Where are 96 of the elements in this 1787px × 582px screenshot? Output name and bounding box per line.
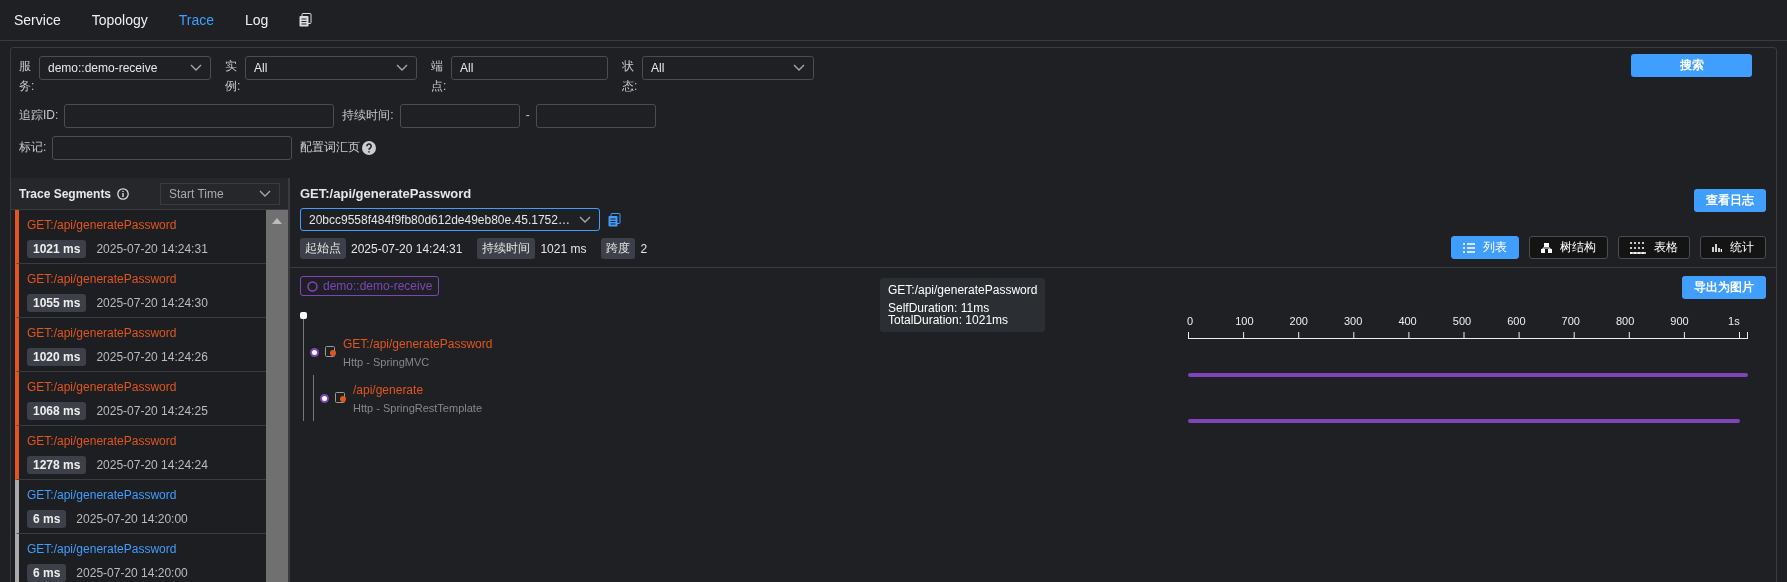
- axis-tick-label: 0: [1185, 315, 1195, 327]
- tooltip-line: TotalDuration: 1021ms: [888, 314, 1010, 326]
- segment-endpoint: GET:/api/generatePassword: [27, 272, 178, 286]
- duration-badge: 1020 ms: [27, 348, 87, 366]
- nav-tab[interactable]: Log: [245, 12, 284, 28]
- select-field[interactable]: demo::demo-receive: [39, 56, 211, 80]
- trace-title: GET:/api/generatePassword: [300, 186, 473, 201]
- segment-endpoint: GET:/api/generatePassword: [27, 380, 178, 394]
- chevron-down-icon: [259, 189, 271, 198]
- filter-label: 服务:: [19, 58, 33, 95]
- vocabulary-link[interactable]: 配置词汇页: [300, 136, 361, 159]
- span-node-dot[interactable]: [320, 393, 329, 403]
- axis-tick-label: 800: [1615, 315, 1636, 327]
- filter-label: 状态:: [622, 58, 636, 95]
- segment-endpoint: GET:/api/generatePassword: [27, 218, 178, 232]
- input-field[interactable]: [64, 104, 335, 128]
- axis-tick-label: 900: [1669, 315, 1690, 327]
- filter-label: 实例:: [225, 58, 239, 95]
- filter-label: 标记:: [19, 139, 47, 156]
- bar-chart-icon: [1712, 243, 1722, 252]
- duration-badge: 1055 ms: [27, 294, 87, 312]
- input-field[interactable]: [535, 104, 656, 128]
- segment-endpoint: GET:/api/generatePassword: [27, 488, 178, 502]
- view-mode-button[interactable]: 表格: [1618, 236, 1690, 259]
- chevron-down-icon: [190, 64, 202, 72]
- list-icon: [1463, 242, 1475, 253]
- circle-icon: [307, 280, 318, 292]
- axis-tick-label: 500: [1451, 315, 1472, 327]
- view-mode-button[interactable]: 树结构: [1529, 236, 1608, 259]
- copy-icon[interactable]: [299, 13, 313, 27]
- axis-tick-label: 1s: [1727, 315, 1741, 327]
- span-component-icon: [325, 346, 337, 358]
- tooltip-title: GET:/api/generatePassword: [888, 284, 1038, 296]
- meta-label: 跨度: [601, 238, 636, 259]
- segment-time: 2025-07-20 14:24:30: [96, 296, 208, 310]
- copy-icon[interactable]: [608, 212, 621, 227]
- input-field[interactable]: [52, 136, 293, 160]
- span-component-icon: [335, 392, 347, 404]
- axis-tick-label: 200: [1288, 315, 1309, 327]
- meta-label: 持续时间: [477, 238, 536, 259]
- meta-value: 1021 ms: [540, 241, 587, 256]
- span-component: Http - SpringRestTemplate: [353, 401, 482, 414]
- segment-time: 2025-07-20 14:20:00: [76, 512, 188, 526]
- span-component: Http - SpringMVC: [343, 355, 431, 368]
- segment-endpoint: GET:/api/generatePassword: [27, 326, 178, 340]
- segment-time: 2025-07-20 14:20:00: [76, 566, 188, 580]
- segment-time: 2025-07-20 14:24:24: [96, 458, 208, 472]
- scroll-up-icon[interactable]: [272, 218, 282, 224]
- trace-id-select[interactable]: 20bcc9558f484f9fb80d612de49eb80e.45.1752…: [300, 208, 600, 231]
- segment-time: 2025-07-20 14:24:26: [96, 350, 208, 364]
- scrollbar[interactable]: [266, 210, 288, 582]
- chevron-down-icon: [396, 64, 408, 72]
- help-icon[interactable]: [362, 140, 377, 155]
- span-duration-bar[interactable]: [1188, 419, 1740, 423]
- duration-badge: 6 ms: [27, 510, 67, 528]
- chevron-down-icon: [793, 64, 805, 72]
- meta-value: 2025-07-20 14:24:31: [351, 241, 463, 256]
- duration-badge: 1068 ms: [27, 402, 87, 420]
- duration-badge: 6 ms: [27, 564, 67, 582]
- axis-tick-label: 700: [1560, 315, 1581, 327]
- duration-badge: 1278 ms: [27, 456, 87, 474]
- range-separator: -: [525, 107, 530, 124]
- table-icon: [1630, 241, 1646, 254]
- span-node-dot[interactable]: [310, 347, 319, 357]
- info-icon: [117, 187, 130, 200]
- segment-time: 2025-07-20 14:24:25: [96, 404, 208, 418]
- input-field[interactable]: [399, 104, 520, 128]
- nav-tab[interactable]: Topology: [91, 12, 163, 28]
- hierarchy-icon: [1541, 242, 1552, 253]
- axis-tick-label: 400: [1397, 315, 1418, 327]
- panel-title: Trace Segments: [19, 186, 112, 201]
- input-field[interactable]: All: [451, 56, 608, 80]
- sort-select[interactable]: Start Time: [160, 182, 280, 205]
- axis-tick-label: 300: [1343, 315, 1364, 327]
- nav-tab[interactable]: Trace: [178, 12, 229, 28]
- duration-badge: 1021 ms: [27, 240, 87, 258]
- segment-time: 2025-07-20 14:24:31: [96, 242, 208, 256]
- axis-tick-label: 100: [1234, 315, 1255, 327]
- segment-endpoint: GET:/api/generatePassword: [27, 542, 178, 556]
- axis-tick-label: 600: [1506, 315, 1527, 327]
- select-field[interactable]: All: [642, 56, 814, 80]
- nav-tab[interactable]: Service: [14, 12, 76, 28]
- service-tag: demo::demo-receive: [300, 276, 440, 296]
- filter-label: 持续时间:: [342, 107, 394, 124]
- segment-endpoint: GET:/api/generatePassword: [27, 434, 178, 448]
- meta-label: 起始点: [300, 238, 346, 259]
- view-mode-button[interactable]: 统计: [1700, 236, 1766, 259]
- chevron-down-icon: [579, 215, 591, 224]
- span-name[interactable]: /api/generate: [353, 382, 482, 397]
- meta-value: 2: [640, 241, 648, 256]
- span-duration-bar[interactable]: [1188, 373, 1748, 377]
- select-field[interactable]: All: [245, 56, 417, 80]
- filter-label: 追踪ID:: [19, 107, 59, 124]
- tooltip-line: SelfDuration: 11ms: [888, 302, 991, 314]
- filter-label: 端点:: [431, 58, 445, 95]
- span-name[interactable]: GET:/api/generatePassword: [343, 336, 493, 351]
